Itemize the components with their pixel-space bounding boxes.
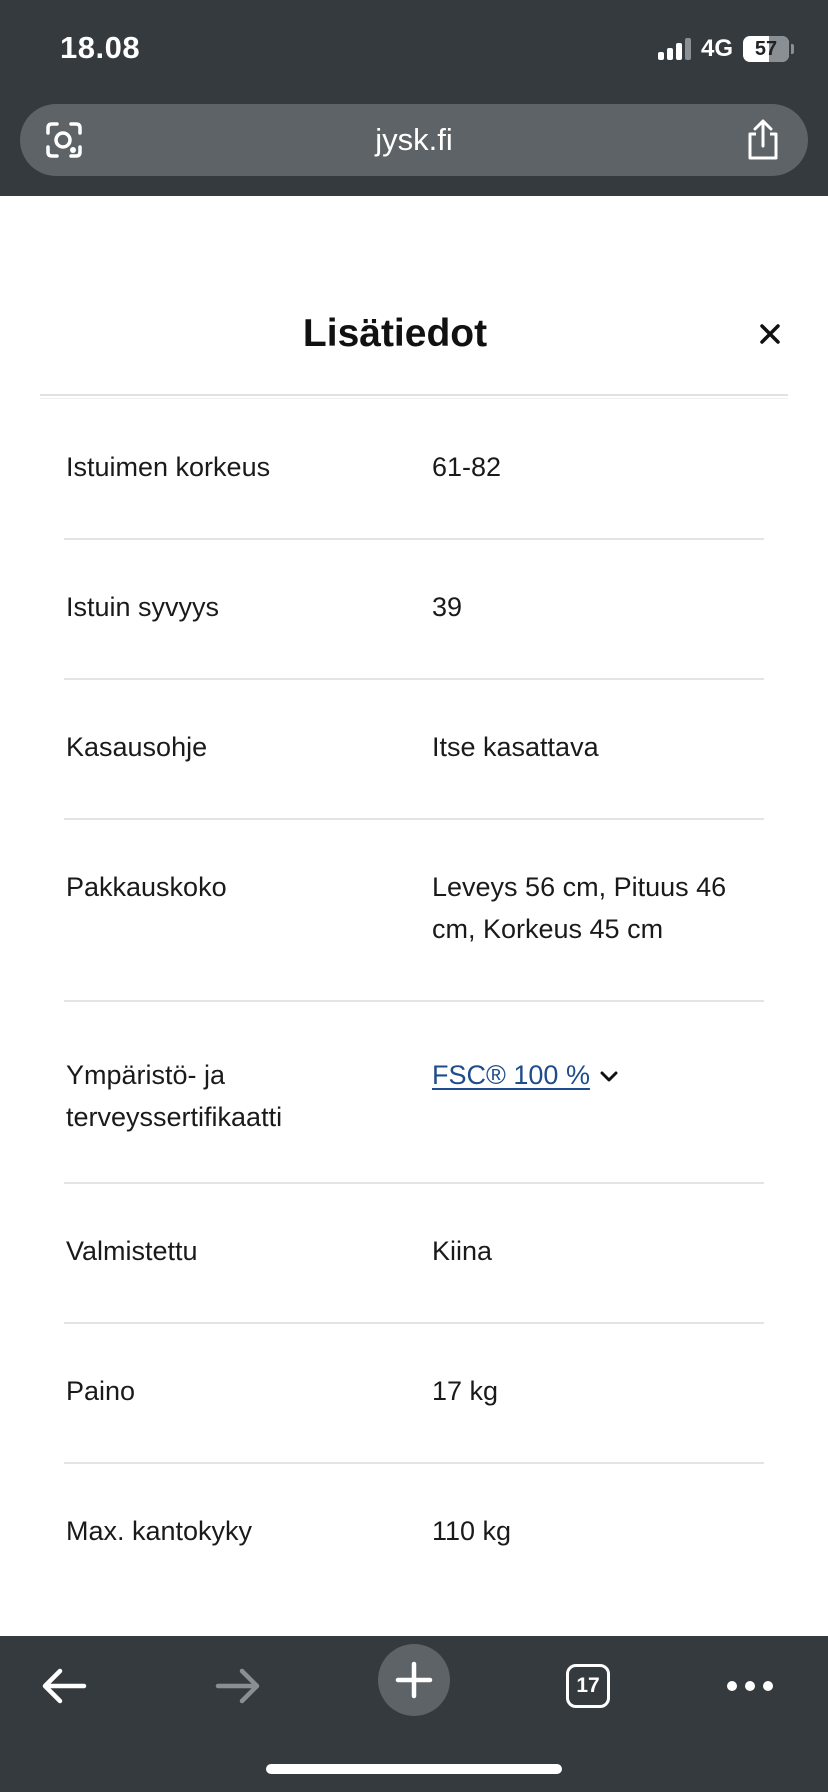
tabs-button[interactable]: 17 <box>558 1656 618 1716</box>
spec-row-certificate: Ympäristö- ja terveyssertifikaatti FSC® … <box>64 1002 764 1184</box>
spec-value: 39 <box>432 592 463 622</box>
spec-row-weight: Paino 17 kg <box>64 1324 764 1464</box>
spec-row-assembly: Kasausohje Itse kasattava <box>64 680 764 820</box>
spec-row-seat-depth: Istuin syvyys 39 <box>64 540 764 680</box>
certificate-dropdown[interactable]: FSC® 100 % <box>432 1054 762 1096</box>
spec-value: 17 kg <box>432 1376 499 1406</box>
spec-label: Valmistettu <box>66 1236 198 1266</box>
more-dots-icon[interactable] <box>726 1680 774 1692</box>
more-button[interactable] <box>720 1656 780 1716</box>
spec-row-made-in: Valmistettu Kiina <box>64 1184 764 1324</box>
back-button[interactable] <box>34 1656 94 1716</box>
spec-list: Istuimen korkeus 61-82 Istuin syvyys 39 … <box>64 400 764 1604</box>
spec-label: Istuin syvyys <box>66 592 220 622</box>
close-icon[interactable] <box>759 323 781 345</box>
spec-value: Kiina <box>432 1236 493 1266</box>
battery-level: 57 <box>754 37 778 60</box>
status-indicators: 4G 57 <box>657 34 794 64</box>
share-icon[interactable] <box>744 118 782 162</box>
spec-value: Leveys 56 cm, Pituus 46 cm, Korkeus 45 c… <box>432 872 727 944</box>
network-type: 4G <box>700 35 733 62</box>
spec-row-package-size: Pakkauskoko Leveys 56 cm, Pituus 46 cm, … <box>64 820 764 1002</box>
url-text[interactable]: jysk.fi <box>20 122 808 158</box>
forward-button[interactable] <box>208 1656 268 1716</box>
address-bar[interactable]: jysk.fi <box>20 104 808 176</box>
browser-top-bar: 18.08 4G 57 jysk.fi <box>0 0 828 196</box>
spec-value: 61-82 <box>432 452 502 482</box>
spec-label: Ympäristö- ja terveyssertifikaatti <box>66 1060 283 1132</box>
spec-value: Itse kasattava <box>432 732 599 762</box>
spec-row-seat-height: Istuimen korkeus 61-82 <box>64 400 764 540</box>
spec-label: Pakkauskoko <box>66 872 227 902</box>
status-time: 18.08 <box>60 30 141 65</box>
spec-label: Istuimen korkeus <box>66 452 271 482</box>
chevron-down-icon[interactable] <box>600 1071 618 1083</box>
modal-title: Lisätiedot <box>302 312 488 355</box>
signal-icon <box>657 38 691 60</box>
spec-row-max-load: Max. kantokyky 110 kg <box>64 1464 764 1604</box>
certificate-link[interactable]: FSC® 100 % <box>432 1060 590 1090</box>
new-tab-button[interactable] <box>378 1644 450 1716</box>
spec-label: Paino <box>66 1376 136 1406</box>
spec-label: Max. kantokyky <box>66 1516 253 1546</box>
spec-value: 110 kg <box>432 1516 512 1546</box>
close-button[interactable] <box>750 314 790 354</box>
plus-icon[interactable] <box>395 1661 433 1699</box>
home-indicator[interactable] <box>266 1764 562 1774</box>
header-divider <box>40 398 788 399</box>
header-divider <box>40 394 788 396</box>
tab-count[interactable]: 17 <box>566 1664 610 1708</box>
arrow-left-icon[interactable] <box>40 1666 88 1706</box>
spec-label: Kasausohje <box>66 732 208 762</box>
battery-icon: 57 <box>743 36 794 62</box>
arrow-right-icon[interactable] <box>214 1666 262 1706</box>
